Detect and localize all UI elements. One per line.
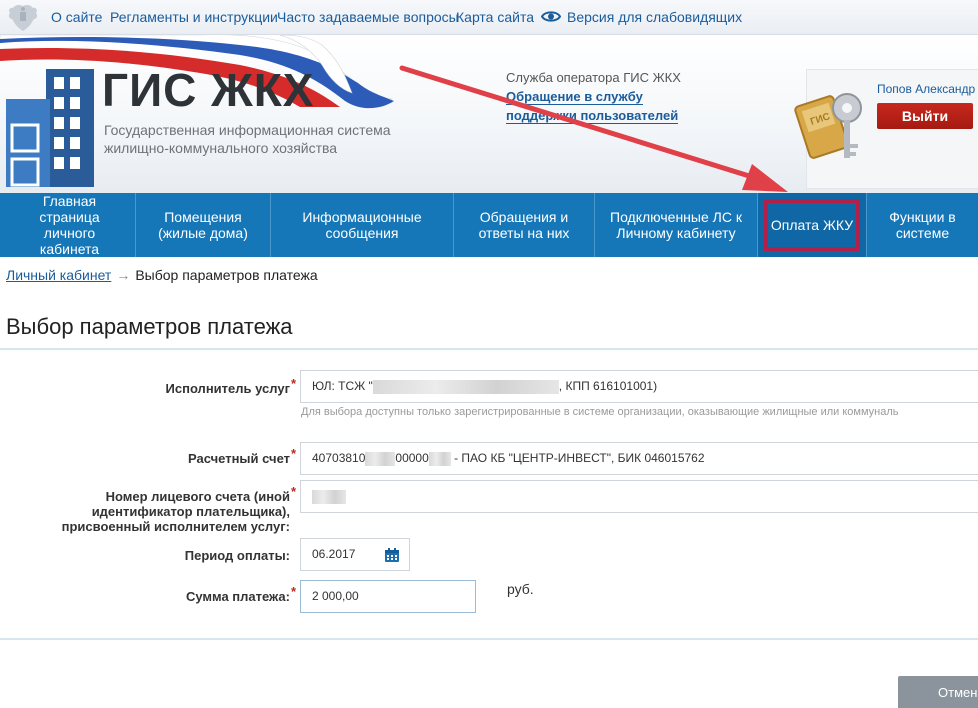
breadcrumb-separator: → [116, 267, 131, 283]
sitemap-link[interactable]: Карта сайта [456, 9, 534, 25]
support-request-link[interactable]: Обращение в службу поддержки пользовател… [506, 87, 716, 125]
period-value: 06.2017 [312, 547, 356, 561]
account-value-part1: 40703810 [312, 451, 366, 465]
required-mark: * [291, 446, 297, 461]
accessibility-version-link[interactable]: Версия для слабовидящих [567, 9, 742, 25]
breadcrumb: Личный кабинет → Выбор параметров платежа [6, 267, 318, 283]
active-tab-highlight: Оплата ЖКУ [764, 199, 860, 251]
nav-item-label: Обращения и ответы на них [478, 209, 570, 241]
faq-link[interactable]: Часто задаваемые вопросы [277, 9, 459, 25]
redacted-text [428, 451, 451, 466]
account-label: Расчетный счет [187, 451, 290, 466]
account-value-suffix: - ПАО КБ "ЦЕНТР-ИНВЕСТ", БИК 046015762 [450, 451, 705, 465]
logo-subtitle: Государственная информационная система ж… [104, 122, 391, 156]
amount-input[interactable]: 2 000,00 [300, 580, 476, 613]
coat-of-arms-icon [8, 4, 38, 31]
provider-hint: Для выбора доступны только зарегистриров… [301, 406, 899, 418]
nav-item-premises[interactable]: Помещения (жилые дома) [136, 193, 271, 257]
support-request-link-text: Обращение в службу поддержки пользовател… [506, 89, 679, 124]
regulations-link[interactable]: Регламенты и инструкции [110, 9, 278, 25]
redacted-text [312, 489, 346, 504]
user-panel: ГИС Попов Александр Выйти [794, 69, 978, 189]
nav-item-housing-payment[interactable]: Оплата ЖКУ [758, 193, 867, 257]
nav-item-home[interactable]: Главная страница личного кабинета [0, 193, 136, 257]
building-logo-icon [6, 69, 94, 187]
redacted-text [372, 379, 559, 394]
main-navigation: Главная страница личного кабинета Помеще… [0, 193, 978, 257]
user-name[interactable]: Попов Александр [877, 82, 975, 96]
logout-button[interactable]: Выйти [877, 103, 973, 129]
breadcrumb-current: Выбор параметров платежа [135, 267, 318, 283]
required-mark: * [291, 484, 297, 499]
nav-item-label: Помещения (жилые дома) [158, 209, 248, 241]
provider-value-prefix: ЮЛ: ТСЖ " [312, 379, 373, 393]
period-label: Период оплаты: [184, 548, 290, 563]
nav-item-label: Функции в системе [889, 209, 956, 241]
nav-item-label: Информационные сообщения [302, 209, 422, 241]
nav-item-label: Главная страница личного кабинета [39, 193, 100, 257]
nav-item-label: Оплата ЖКУ [770, 217, 854, 233]
site-header: ГИС ЖКХ Государственная информационная с… [0, 35, 978, 193]
calendar-icon[interactable] [384, 547, 400, 563]
amount-label: Сумма платежа: [185, 589, 290, 604]
redacted-text [365, 451, 396, 466]
currency-unit: руб. [507, 581, 534, 597]
top-bar: О сайте Регламенты и инструкции Часто за… [0, 0, 978, 35]
period-input[interactable]: 06.2017 [300, 538, 410, 571]
personal-account-label: Номер лицевого счета (иной идентификатор… [61, 489, 290, 534]
nav-item-messages[interactable]: Информационные сообщения [271, 193, 454, 257]
form-divider [0, 638, 978, 640]
nav-item-label: Подключенные ЛС к Личному кабинету [610, 209, 742, 241]
operator-service-label: Служба оператора ГИС ЖКХ [506, 70, 681, 85]
logo-title: ГИС ЖКХ [102, 64, 315, 116]
provider-select[interactable]: ЮЛ: ТСЖ " , КПП 616101001) [300, 370, 978, 403]
required-mark: * [291, 376, 297, 391]
page-title: Выбор параметров платежа [6, 314, 293, 339]
nav-item-system-functions[interactable]: Функции в системе [867, 193, 978, 257]
account-value-part2: 00000 [395, 451, 429, 465]
bank-account-select[interactable]: 40703810 00000 - ПАО КБ "ЦЕНТР-ИНВЕСТ", Б… [300, 442, 978, 475]
cancel-button[interactable]: Отмена [898, 676, 978, 708]
personal-account-input[interactable] [300, 480, 978, 513]
breadcrumb-home-link[interactable]: Личный кабинет [6, 267, 111, 283]
nav-item-connected-accounts[interactable]: Подключенные ЛС к Личному кабинету [595, 193, 758, 257]
about-link[interactable]: О сайте [51, 9, 102, 25]
provider-label: Исполнитель услуг [165, 381, 290, 396]
nav-item-appeals[interactable]: Обращения и ответы на них [454, 193, 595, 257]
keys-icon: ГИС [794, 93, 862, 159]
provider-value-suffix: , КПП 616101001) [558, 379, 658, 393]
title-divider [0, 348, 978, 350]
eye-icon[interactable] [541, 9, 561, 24]
required-mark: * [291, 584, 297, 599]
amount-value: 2 000,00 [312, 589, 359, 603]
